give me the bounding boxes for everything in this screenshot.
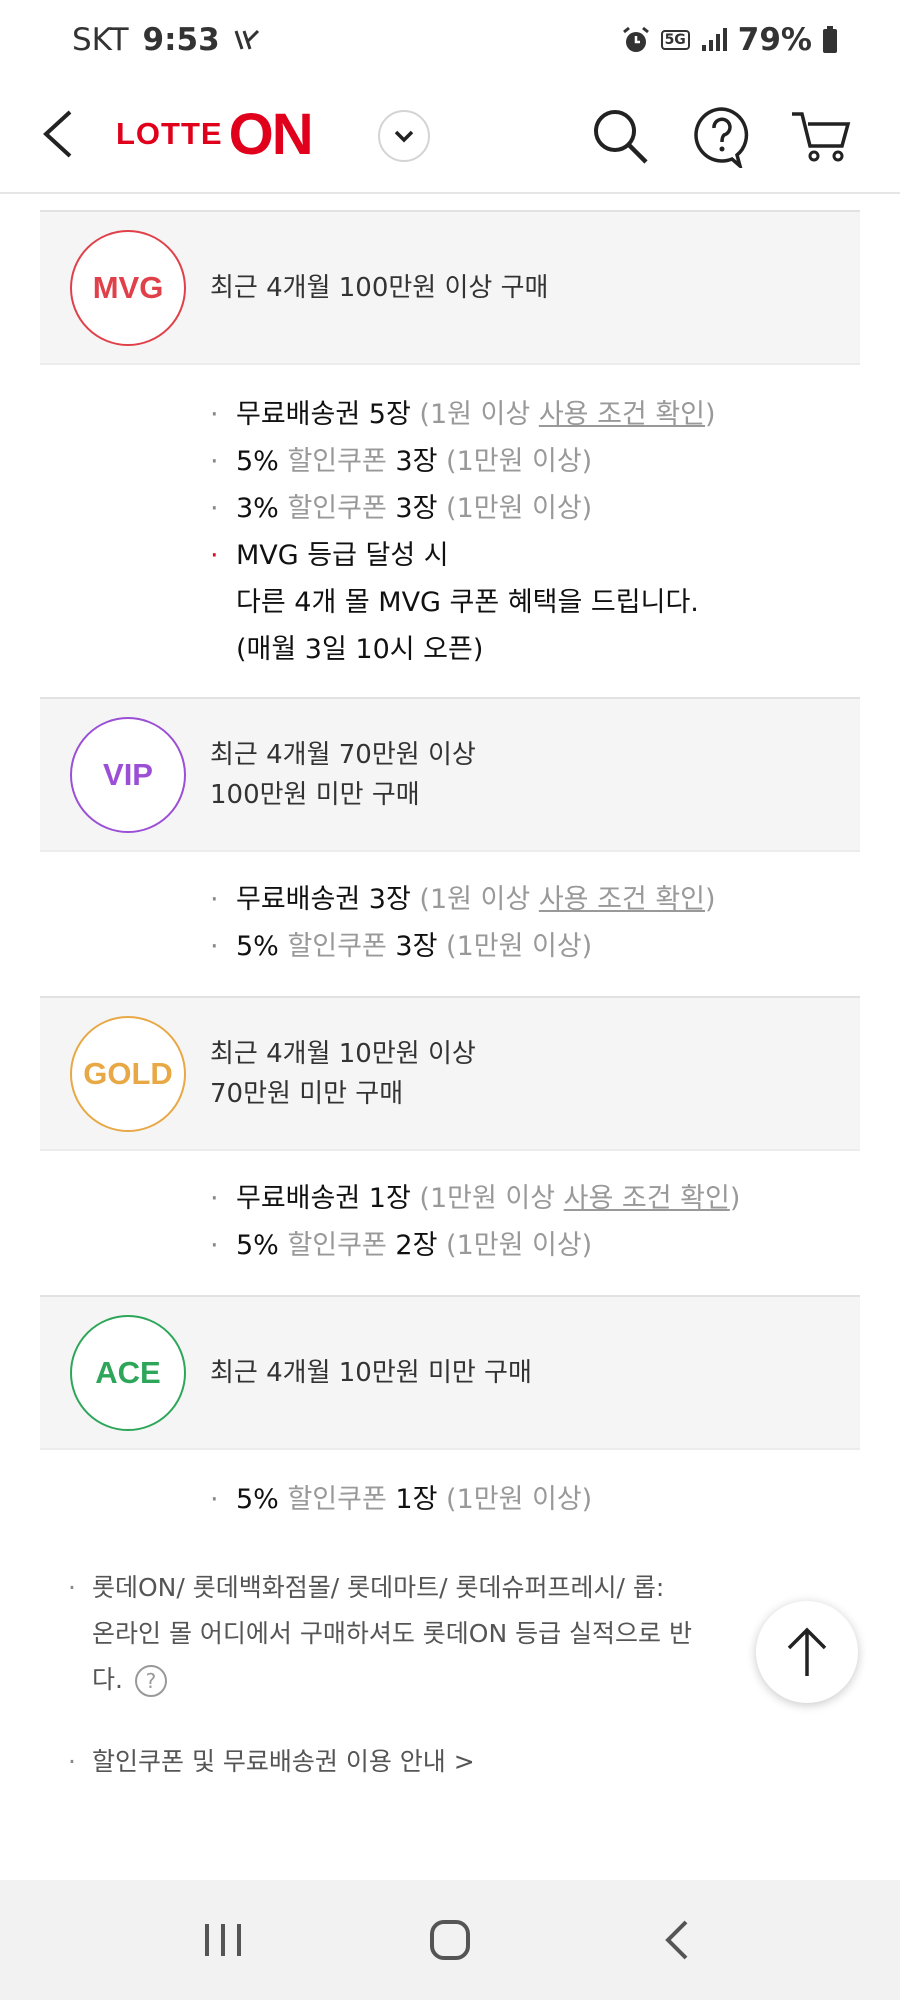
scroll-top-button[interactable] xyxy=(756,1601,858,1703)
app-header: LOTTE ON xyxy=(0,84,900,194)
grade-benefit-list: MVG 최근 4개월 100만원 이상 구매 무료배송권 5장 (1원 이상 사… xyxy=(40,196,860,1785)
data-saver-icon xyxy=(234,27,260,53)
benefit-list-gold: 무료배송권 1장 (1만원 이상 사용 조건 확인) 5% 할인쿠폰 2장 (1… xyxy=(40,1151,860,1295)
back-button[interactable] xyxy=(38,104,78,164)
battery-icon xyxy=(822,26,838,54)
nav-back-button[interactable] xyxy=(637,1900,717,1980)
grade-badge-ace: ACE xyxy=(70,1314,186,1431)
arrow-up-icon xyxy=(787,1627,827,1676)
usage-condition-link[interactable]: 사용 조건 확인 xyxy=(539,399,705,430)
notes-list: 롯데ON/ 롯데백화점몰/ 롯데마트/ 롯데슈퍼프레시/ 롭: 온라인 몰 어디… xyxy=(40,1527,860,1785)
benefit-item: 3% 할인쿠폰 3장 (1만원 이상) xyxy=(210,485,860,532)
clock: 9:53 xyxy=(142,22,220,58)
search-icon xyxy=(594,110,648,164)
logo-text-on: ON xyxy=(228,101,314,167)
info-help-icon[interactable]: ? xyxy=(134,1665,167,1697)
signal-icon xyxy=(700,27,728,53)
cart-icon xyxy=(792,112,851,162)
back-icon xyxy=(664,1920,688,1960)
home-icon xyxy=(429,1920,470,1960)
back-arrow-icon xyxy=(43,110,72,158)
grade-badge-vip: VIP xyxy=(70,716,186,833)
home-button[interactable] xyxy=(410,1900,490,1980)
help-button[interactable] xyxy=(690,104,754,172)
usage-condition-link[interactable]: 사용 조건 확인 xyxy=(564,1183,730,1214)
benefit-list-mvg: 무료배송권 5장 (1원 이상 사용 조건 확인) 5% 할인쿠폰 3장 (1만… xyxy=(40,365,860,697)
grade-header-gold: GOLD 최근 4개월 10만원 이상 70만원 미만 구매 xyxy=(40,996,860,1151)
system-nav-bar xyxy=(0,1880,900,2000)
mall-select-button[interactable] xyxy=(378,110,430,162)
grade-header-vip: VIP 최근 4개월 70만원 이상 100만원 미만 구매 xyxy=(40,697,860,852)
benefit-item: 무료배송권 3장 (1원 이상 사용 조건 확인) xyxy=(210,876,860,923)
benefit-item: 무료배송권 5장 (1원 이상 사용 조건 확인) xyxy=(210,391,860,438)
mall-note: 롯데ON/ 롯데백화점몰/ 롯데마트/ 롯데슈퍼프레시/ 롭: 온라인 몰 어디… xyxy=(68,1565,860,1703)
status-bar: SKT 9:53 5G 79% xyxy=(0,0,900,84)
alarm-icon xyxy=(621,25,651,55)
benefit-item: 무료배송권 1장 (1만원 이상 사용 조건 확인) xyxy=(210,1175,860,1222)
search-button[interactable] xyxy=(588,104,652,168)
grade-condition: 최근 4개월 70만원 이상 100만원 미만 구매 xyxy=(210,739,476,810)
coupon-guide-link[interactable]: 할인쿠폰 및 무료배송권 이용 안내 > xyxy=(68,1739,860,1785)
grade-condition: 최근 4개월 10만원 이상 70만원 미만 구매 xyxy=(210,1038,476,1109)
carrier-label: SKT xyxy=(72,22,129,58)
benefit-item: 5% 할인쿠폰 2장 (1만원 이상) xyxy=(210,1222,860,1269)
grade-badge-mvg: MVG xyxy=(70,229,186,346)
grade-header-mvg: MVG 최근 4개월 100만원 이상 구매 xyxy=(40,210,860,365)
logo-text-lotte: LOTTE xyxy=(116,116,223,151)
question-icon xyxy=(694,107,749,172)
battery-percent: 79% xyxy=(737,22,812,58)
grade-condition: 최근 4개월 10만원 미만 구매 xyxy=(210,1357,532,1388)
benefit-list-vip: 무료배송권 3장 (1원 이상 사용 조건 확인) 5% 할인쿠폰 3장 (1만… xyxy=(40,852,860,996)
grade-header-ace: ACE 최근 4개월 10만원 미만 구매 xyxy=(40,1295,860,1450)
grade-condition: 최근 4개월 100만원 이상 구매 xyxy=(210,272,549,303)
recent-apps-button[interactable] xyxy=(183,1900,263,1980)
grade-badge-gold: GOLD xyxy=(70,1015,186,1132)
cart-button[interactable] xyxy=(790,104,854,168)
benefit-item: 5% 할인쿠폰 1장 (1만원 이상) xyxy=(210,1476,860,1523)
chevron-down-icon xyxy=(394,130,414,143)
benefit-item: 5% 할인쿠폰 3장 (1만원 이상) xyxy=(210,923,860,970)
benefit-item: 5% 할인쿠폰 3장 (1만원 이상) xyxy=(210,438,860,485)
network-5g-icon: 5G xyxy=(660,30,690,50)
recent-apps-icon xyxy=(205,1924,242,1956)
lotteon-logo[interactable]: LOTTE ON xyxy=(116,101,314,167)
mvg-special-benefit: MVG 등급 달성 시 다른 4개 몰 MVG 쿠폰 혜택을 드립니다. (매월… xyxy=(210,532,860,673)
usage-condition-link[interactable]: 사용 조건 확인 xyxy=(539,884,705,915)
benefit-list-ace: 5% 할인쿠폰 1장 (1만원 이상) xyxy=(40,1450,860,1527)
